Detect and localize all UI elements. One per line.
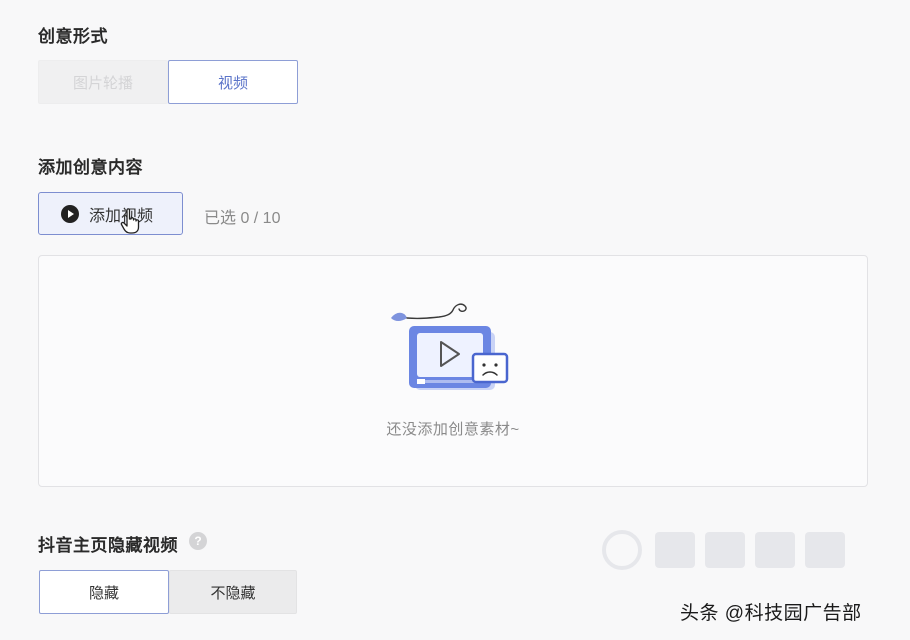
- hand-cursor-icon: [120, 208, 140, 234]
- hide-option-hide[interactable]: 隐藏: [39, 570, 169, 614]
- faint-logo-watermark-icon: [602, 530, 845, 570]
- empty-video-illustration-icon: [391, 303, 509, 390]
- empty-state-text: 还没添加创意素材~: [386, 421, 520, 438]
- format-option-carousel: 图片轮播: [38, 60, 168, 104]
- source-watermark: 头条 @科技园广告部: [680, 603, 862, 624]
- add-content-title: 添加创意内容: [38, 158, 143, 177]
- creative-format-title: 创意形式: [38, 27, 108, 46]
- play-circle-icon: [61, 204, 79, 223]
- format-option-video[interactable]: 视频: [168, 60, 298, 104]
- hide-option-show[interactable]: 不隐藏: [169, 570, 297, 614]
- empty-material-area: 还没添加创意素材~: [38, 255, 868, 487]
- selected-count: 已选 0 / 10: [204, 210, 281, 227]
- help-icon[interactable]: ?: [189, 532, 207, 550]
- hide-video-title: 抖音主页隐藏视频: [38, 536, 178, 555]
- add-video-button[interactable]: 添加视频: [38, 192, 183, 235]
